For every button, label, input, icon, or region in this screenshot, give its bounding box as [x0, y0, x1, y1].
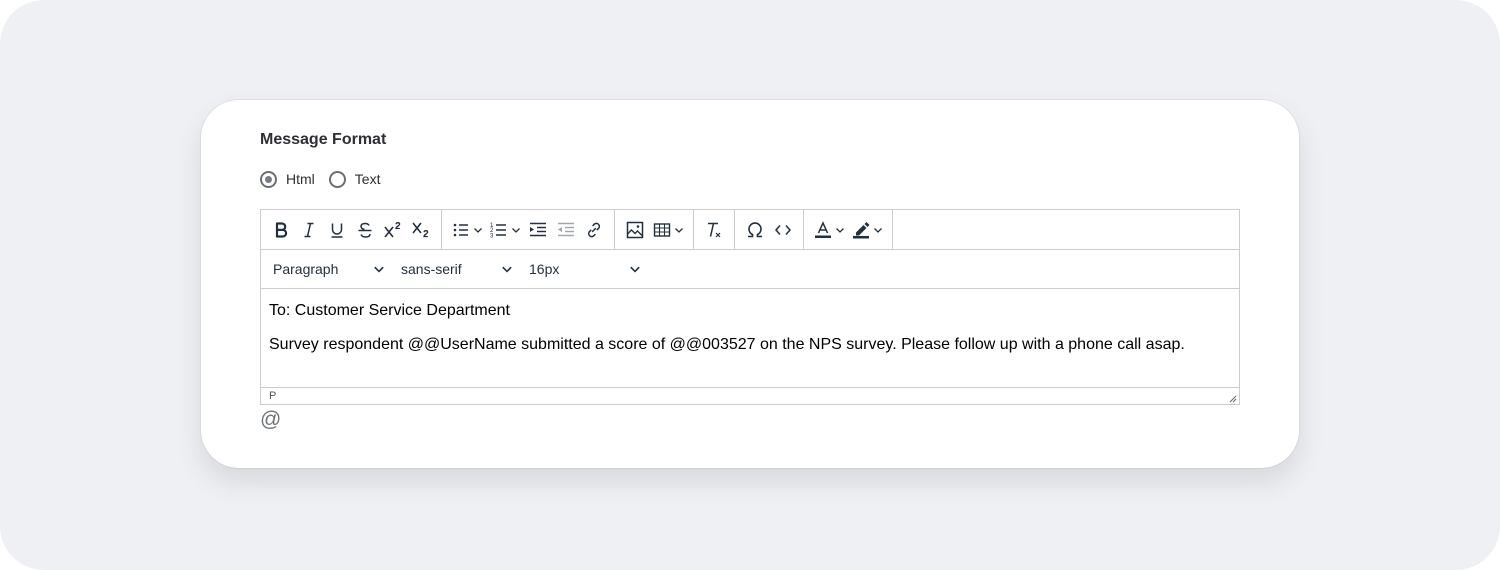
- link-button[interactable]: [580, 216, 608, 244]
- source-code-icon: [774, 224, 792, 235]
- italic-icon: [304, 222, 314, 237]
- subscript-button[interactable]: [407, 216, 435, 244]
- source-code-button[interactable]: [769, 216, 797, 244]
- outdent-icon: [558, 222, 574, 236]
- radio-html-button[interactable]: [260, 170, 277, 188]
- format-radio-group: Html Text: [260, 168, 380, 190]
- bullet-list-button[interactable]: [448, 216, 486, 244]
- toolbar-group-lists: 1 2 3: [442, 210, 615, 249]
- rich-text-editor: 1 2 3 Paragraph sans-serif 16px To: Cust…: [260, 209, 1240, 405]
- resize-handle-icon[interactable]: [1227, 393, 1237, 403]
- radio-text[interactable]: Text: [328, 170, 381, 188]
- radio-text-label: Text: [354, 171, 381, 187]
- editor-content-area[interactable]: To: Customer Service Department Survey r…: [261, 289, 1239, 388]
- text-color-icon: [815, 220, 831, 238]
- message-format-card: Message Format Html Text 1 2 3 Paragraph…: [201, 100, 1299, 468]
- bold-icon: [275, 221, 288, 238]
- superscript-icon: [384, 221, 401, 237]
- superscript-button[interactable]: [379, 216, 407, 244]
- image-button[interactable]: [621, 216, 649, 244]
- chevron-down-icon: [874, 227, 882, 233]
- strikethrough-button[interactable]: [351, 216, 379, 244]
- chevron-down-icon: [512, 227, 520, 233]
- chevron-down-icon: [474, 227, 482, 233]
- underline-icon: [331, 223, 343, 238]
- image-icon: [626, 221, 644, 238]
- content-paragraph[interactable]: Survey respondent @@UserName submitted a…: [269, 335, 1231, 354]
- radio-html-label: Html: [286, 171, 315, 187]
- underline-button[interactable]: [323, 216, 351, 244]
- chevron-down-icon: [836, 227, 844, 233]
- text-color-button[interactable]: [810, 216, 848, 244]
- indent-button[interactable]: [524, 216, 552, 244]
- highlight-color-button[interactable]: [848, 216, 886, 244]
- link-icon: [587, 222, 601, 237]
- section-title: Message Format: [260, 131, 387, 148]
- toolbar-group-text-style: [261, 210, 442, 249]
- toolbar-group-colors: [804, 210, 893, 249]
- clear-formatting-icon: [708, 222, 721, 237]
- toolbar-group-clear: [694, 210, 735, 249]
- radio-text-button[interactable]: [328, 170, 346, 188]
- font-size-select[interactable]: 16px: [521, 255, 649, 283]
- toolbar-group-insert: [615, 210, 694, 249]
- bold-button[interactable]: [267, 216, 295, 244]
- outdent-button[interactable]: [552, 216, 580, 244]
- highlight-color-icon: [853, 221, 870, 238]
- italic-button[interactable]: [295, 216, 323, 244]
- content-paragraph[interactable]: To: Customer Service Department: [269, 301, 1231, 320]
- table-button[interactable]: [649, 216, 687, 244]
- bullet-list-icon: [453, 223, 468, 236]
- clear-formatting-button[interactable]: [700, 216, 728, 244]
- font-family-select[interactable]: sans-serif: [393, 255, 521, 283]
- special-character-button[interactable]: [741, 216, 769, 244]
- chevron-down-icon: [502, 266, 512, 273]
- toolbar-group-special: [735, 210, 804, 249]
- svg-text:3: 3: [490, 233, 494, 239]
- insert-variable-at-icon[interactable]: @: [260, 408, 281, 432]
- element-path[interactable]: P: [269, 390, 276, 402]
- chevron-down-icon: [675, 227, 683, 233]
- font-family-value: sans-serif: [401, 261, 462, 277]
- special-character-icon: [748, 221, 762, 237]
- chevron-down-icon: [374, 266, 384, 273]
- block-format-value: Paragraph: [273, 261, 339, 277]
- numbered-list-icon: 1 2 3: [490, 223, 506, 239]
- block-format-select[interactable]: Paragraph: [265, 255, 393, 283]
- table-icon: [653, 222, 671, 237]
- editor-statusbar: P: [261, 388, 1239, 405]
- strikethrough-icon: [358, 222, 372, 238]
- page-background: Message Format Html Text 1 2 3 Paragraph…: [0, 0, 1500, 570]
- editor-toolbar: 1 2 3: [261, 210, 1239, 250]
- font-size-value: 16px: [529, 261, 560, 277]
- indent-icon: [530, 222, 546, 236]
- numbered-list-button[interactable]: 1 2 3: [486, 216, 524, 244]
- radio-html[interactable]: Html: [260, 170, 315, 188]
- chevron-down-icon: [630, 266, 640, 273]
- subscript-icon: [412, 222, 429, 237]
- format-bar: Paragraph sans-serif 16px: [261, 250, 1239, 289]
